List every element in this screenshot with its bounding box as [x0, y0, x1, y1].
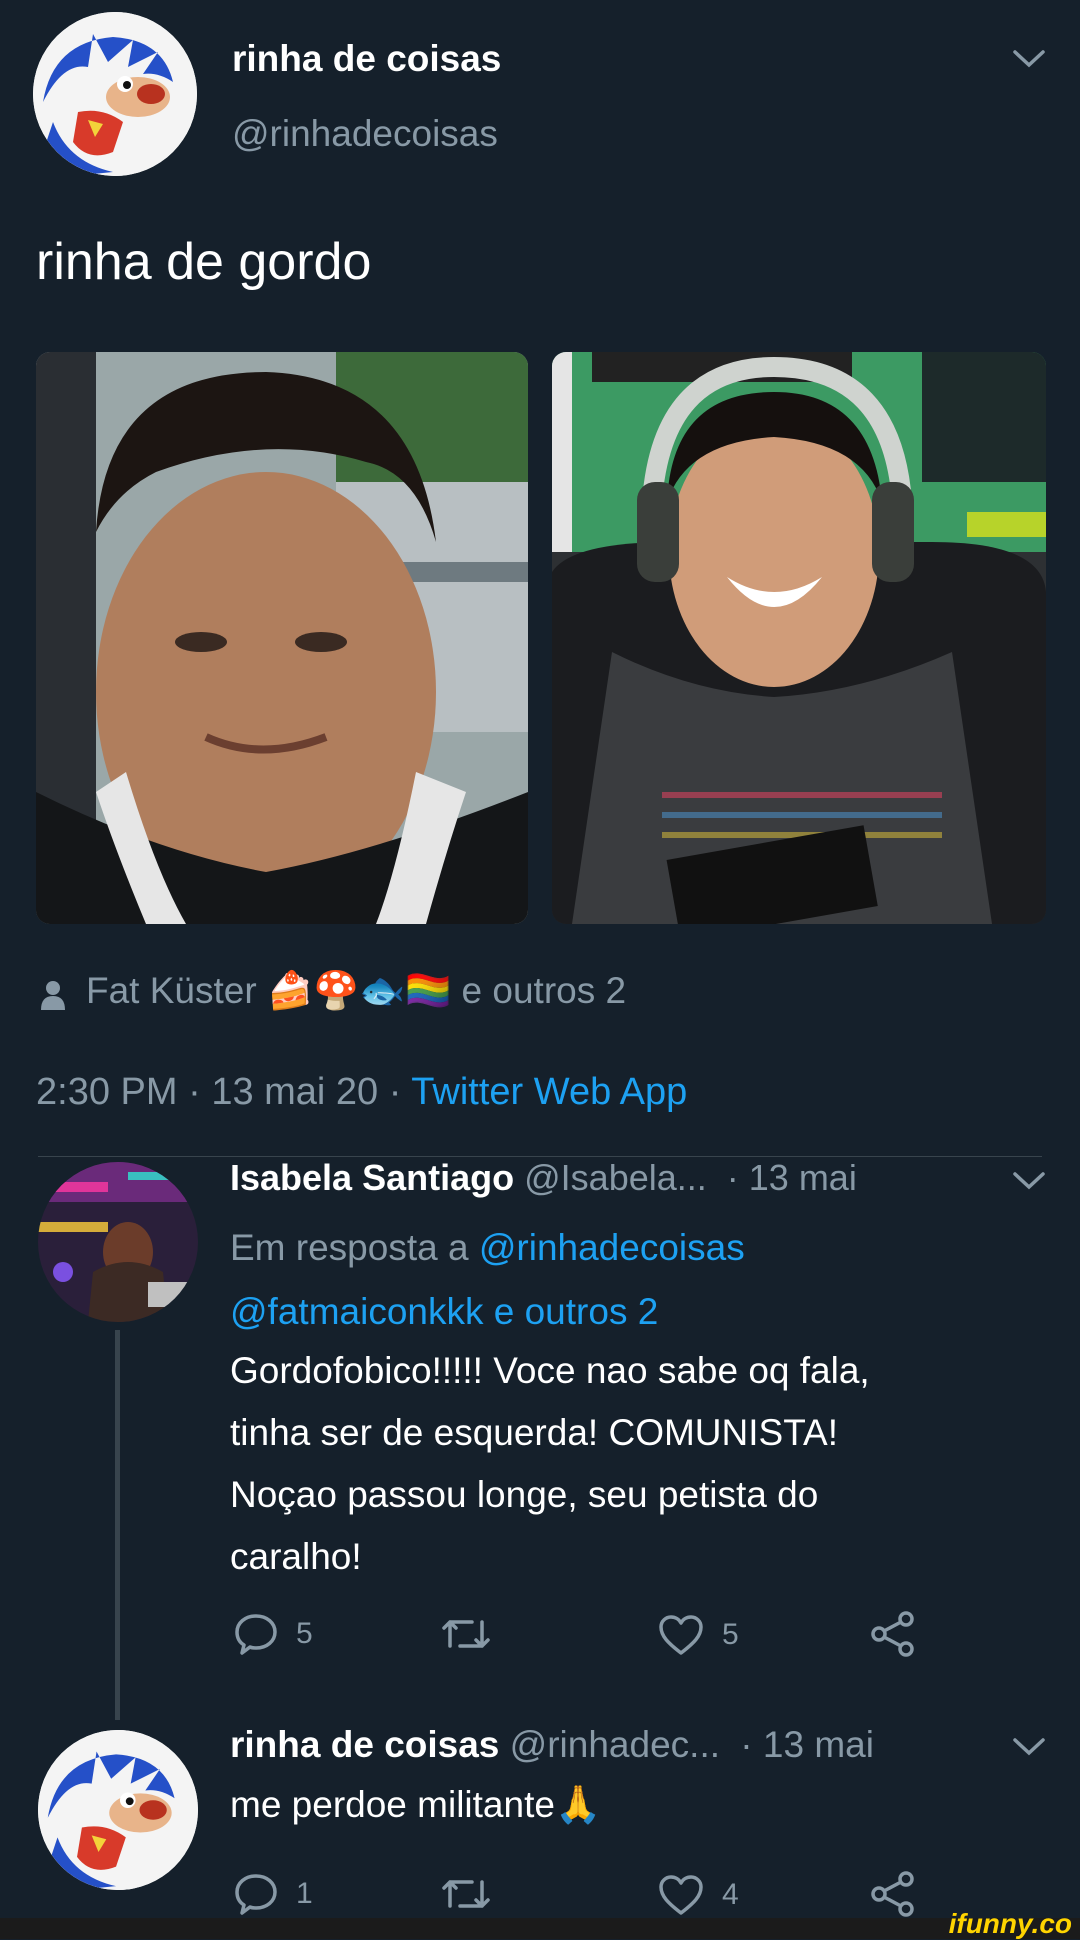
sonic-avatar-image	[33, 12, 197, 176]
reply-text-content: me perdoe militante	[230, 1784, 555, 1825]
tweet-meta: 2:30 PM · 13 mai 20 · Twitter Web App	[36, 1071, 687, 1114]
reply-to-user-link[interactable]: @rinhadecoisas	[479, 1227, 745, 1268]
reply-date: · 13 mai	[726, 1157, 857, 1198]
author-handle[interactable]: @rinhadecoisas	[232, 113, 498, 155]
photo-man-headphones-image	[552, 352, 1046, 924]
comment-icon	[235, 1874, 277, 1915]
reply-to-more-link[interactable]: @fatmaiconkkk e outros 2	[230, 1280, 658, 1344]
reply-author-name[interactable]: rinha de coisas	[230, 1724, 499, 1765]
reply-button[interactable]: 5	[234, 1612, 313, 1656]
ifunny-watermark: ifunny.co	[948, 1908, 1072, 1939]
meta-separator: ·	[177, 1071, 212, 1113]
reply-menu-chevron-icon[interactable]	[1012, 1170, 1046, 1192]
reply-author-name[interactable]: Isabela Santiago	[230, 1157, 514, 1198]
tagged-people[interactable]: Fat Küster 🍰🍄🐟🏳️‍🌈 e outros 2	[86, 970, 626, 1013]
tagged-emoji: 🍰🍄🐟🏳️‍🌈	[266, 970, 452, 1011]
tagged-others[interactable]: e outros 2	[462, 970, 627, 1011]
author-name[interactable]: rinha de coisas	[232, 38, 501, 80]
comment-icon	[235, 1614, 277, 1655]
heart-icon	[659, 1875, 703, 1915]
reply-author-handle[interactable]: @Isabela...	[524, 1157, 707, 1198]
reply-text-line: Gordofobico!!!!! Voce nao sabe oq fala,	[230, 1350, 870, 1391]
person-icon	[40, 980, 66, 1015]
retweet-button[interactable]	[440, 1614, 492, 1654]
reply-text: me perdoe militante🙏	[230, 1784, 601, 1827]
author-avatar[interactable]	[33, 12, 197, 176]
isabela-avatar-image	[38, 1162, 198, 1322]
tweet-date: 13 mai 20	[211, 1071, 379, 1113]
pray-emoji: 🙏	[554, 1784, 602, 1825]
reply-text: Gordofobico!!!!! Voce nao sabe oq fala, …	[230, 1340, 870, 1588]
retweet-icon	[442, 1620, 490, 1648]
reply-button[interactable]: 1	[234, 1872, 313, 1916]
tweet-time: 2:30 PM	[36, 1071, 178, 1113]
reply-text-line: Noçao passou longe, seu petista do	[230, 1474, 819, 1515]
reply-text-line: tinha ser de esquerda! COMUNISTA!	[230, 1412, 839, 1453]
tweet-text: rinha de gordo	[36, 233, 372, 291]
reply-to-line: Em resposta a @rinhadecoisas	[230, 1216, 745, 1280]
reply-date: · 13 mai	[740, 1724, 874, 1765]
tweet-menu-chevron-icon[interactable]	[1012, 48, 1046, 70]
reply-to-prefix: Em resposta a	[230, 1227, 469, 1268]
like-button[interactable]: 4	[658, 1874, 739, 1916]
tweet-photo-left[interactable]	[36, 352, 528, 924]
share-icon	[871, 1871, 914, 1917]
reply-avatar-isabela[interactable]	[38, 1162, 198, 1322]
reply-header: Isabela Santiago @Isabela... · 13 mai	[230, 1157, 857, 1201]
like-count: 5	[722, 1618, 739, 1651]
share-button[interactable]	[870, 1610, 916, 1658]
watermark-bar	[0, 1918, 1080, 1939]
retweet-button[interactable]	[440, 1874, 492, 1914]
reply-author-handle[interactable]: @rinhadec...	[510, 1724, 720, 1765]
tagged-name[interactable]: Fat Küster	[86, 970, 257, 1011]
tweet-source-link[interactable]: Twitter Web App	[411, 1071, 687, 1113]
meta-separator: ·	[378, 1071, 412, 1113]
photo-boy-image	[36, 352, 528, 924]
reply-menu-chevron-icon[interactable]	[1012, 1736, 1046, 1758]
reply-avatar-rinha[interactable]	[38, 1730, 198, 1890]
retweet-icon	[442, 1880, 490, 1908]
reply-header: rinha de coisas @rinhadec... · 13 mai	[230, 1724, 874, 1766]
reply-text-line: caralho!	[230, 1536, 362, 1577]
reply-count: 1	[296, 1877, 313, 1910]
share-icon	[871, 1611, 914, 1657]
sonic-avatar-image	[38, 1730, 198, 1890]
tweet-photo-right[interactable]	[552, 352, 1046, 924]
heart-icon	[659, 1615, 703, 1655]
reply-count: 5	[296, 1617, 313, 1650]
thread-connector-line	[115, 1330, 120, 1720]
like-count: 4	[722, 1878, 739, 1911]
like-button[interactable]: 5	[658, 1614, 739, 1656]
share-button[interactable]	[870, 1870, 916, 1918]
